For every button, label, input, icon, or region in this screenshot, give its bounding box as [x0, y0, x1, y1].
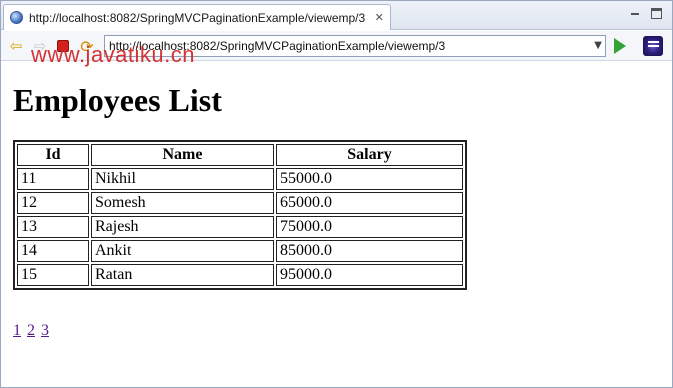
cell-id: 12	[17, 192, 89, 214]
stop-icon[interactable]	[54, 37, 72, 55]
address-input[interactable]	[105, 36, 585, 56]
page-link-2[interactable]: 2	[27, 322, 35, 339]
cell-salary: 95000.0	[276, 264, 463, 286]
cell-id: 15	[17, 264, 89, 286]
browser-toolbar: ⇦ ⇨ ⟳ ▼	[1, 31, 672, 61]
cell-name: Nikhil	[91, 168, 274, 190]
page-content: Employees List Id Name Salary 11 Nikhil …	[1, 62, 672, 387]
cell-salary: 85000.0	[276, 240, 463, 262]
cell-id: 13	[17, 216, 89, 238]
eclipse-icon[interactable]	[643, 36, 663, 56]
header-id: Id	[17, 144, 89, 166]
chevron-down-icon[interactable]: ▼	[594, 40, 602, 51]
browser-tab[interactable]: http://localhost:8082/SpringMVCPaginatio…	[3, 4, 391, 30]
cell-name: Ankit	[91, 240, 274, 262]
tab-title: http://localhost:8082/SpringMVCPaginatio…	[29, 10, 366, 25]
table-row: 13 Rajesh 75000.0	[17, 216, 463, 238]
table-row: 15 Ratan 95000.0	[17, 264, 463, 286]
cell-id: 14	[17, 240, 89, 262]
go-arrow-icon[interactable]	[614, 38, 626, 54]
close-icon[interactable]: ✕	[373, 11, 385, 24]
table-header-row: Id Name Salary	[17, 144, 463, 166]
cell-salary: 65000.0	[276, 192, 463, 214]
cell-salary: 75000.0	[276, 216, 463, 238]
cell-name: Ratan	[91, 264, 274, 286]
table-row: 11 Nikhil 55000.0	[17, 168, 463, 190]
minimize-icon[interactable]	[629, 7, 641, 19]
employees-table: Id Name Salary 11 Nikhil 55000.0 12 Some…	[13, 140, 467, 290]
window-controls	[629, 7, 662, 19]
forward-arrow-icon[interactable]: ⇨	[31, 37, 49, 55]
globe-icon	[10, 11, 23, 24]
address-bar[interactable]: ▼	[104, 35, 606, 57]
cell-salary: 55000.0	[276, 168, 463, 190]
header-name: Name	[91, 144, 274, 166]
tab-strip: http://localhost:8082/SpringMVCPaginatio…	[1, 1, 672, 30]
page-link-3[interactable]: 3	[41, 322, 49, 339]
cell-id: 11	[17, 168, 89, 190]
refresh-icon[interactable]: ⟳	[78, 37, 96, 56]
page-link-1[interactable]: 1	[13, 322, 21, 339]
back-arrow-icon[interactable]: ⇦	[7, 37, 25, 55]
table-row: 14 Ankit 85000.0	[17, 240, 463, 262]
browser-window: http://localhost:8082/SpringMVCPaginatio…	[0, 0, 673, 388]
cell-name: Rajesh	[91, 216, 274, 238]
cell-name: Somesh	[91, 192, 274, 214]
maximize-icon[interactable]	[651, 8, 662, 19]
page-title: Employees List	[13, 82, 222, 118]
pagination: 1 2 3	[13, 322, 51, 340]
table-row: 12 Somesh 65000.0	[17, 192, 463, 214]
header-salary: Salary	[276, 144, 463, 166]
